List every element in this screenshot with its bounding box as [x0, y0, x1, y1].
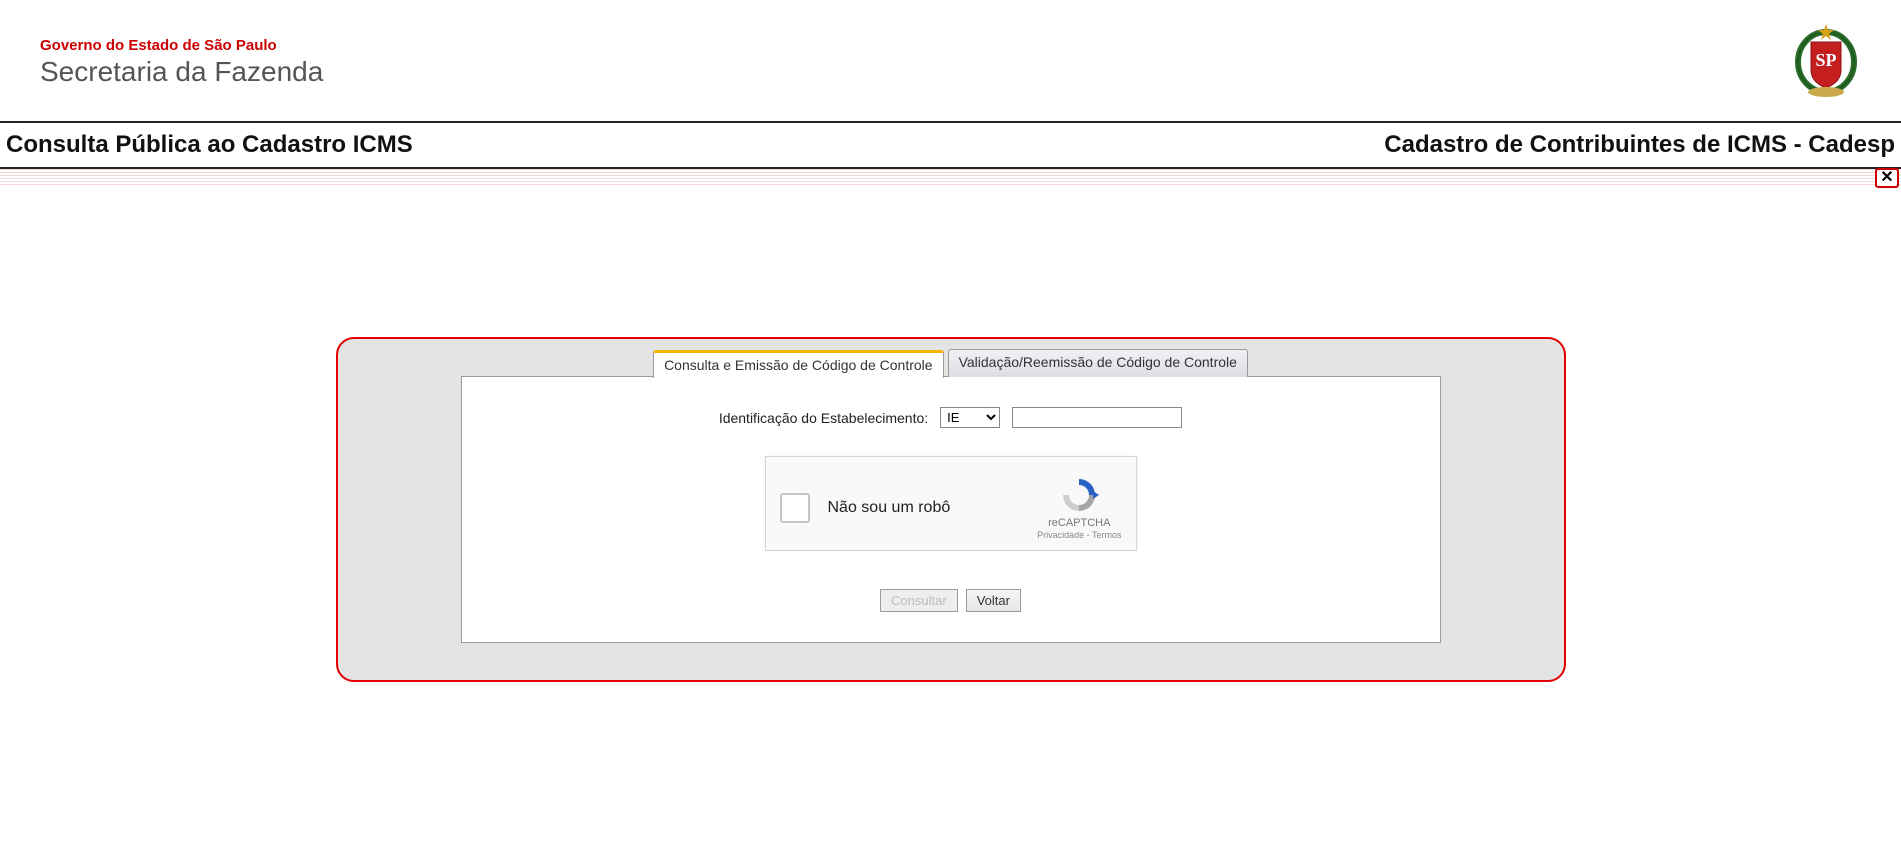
- decor-stripe-band: ✕: [0, 169, 1901, 187]
- spacer: [0, 187, 1901, 337]
- recaptcha-label: Não sou um robô: [828, 499, 951, 517]
- close-icon: ✕: [1880, 170, 1893, 186]
- recaptcha-privacy-link[interactable]: Privacidade: [1037, 530, 1084, 540]
- form-area: Identificação do Estabelecimento: IE Não…: [461, 376, 1441, 643]
- consultar-button[interactable]: Consultar: [880, 589, 958, 612]
- identificacao-input[interactable]: [1012, 407, 1182, 428]
- form-buttons: Consultar Voltar: [482, 589, 1420, 612]
- recaptcha-icon: [1059, 475, 1099, 515]
- page-header: Governo do Estado de São Paulo Secretari…: [0, 0, 1901, 115]
- voltar-button[interactable]: Voltar: [966, 589, 1021, 612]
- recaptcha-left: Não sou um robô: [780, 493, 951, 523]
- tab-consulta-emissao[interactable]: Consulta e Emissão de Código de Controle: [653, 350, 944, 378]
- recaptcha-links: Privacidade - Termos: [1037, 530, 1121, 540]
- page-title-left: Consulta Pública ao Cadastro ICMS: [6, 131, 413, 159]
- tabs-container: Consulta e Emissão de Código de Controle…: [338, 349, 1564, 377]
- secretaria-line: Secretaria da Fazenda: [40, 56, 323, 88]
- recaptcha-brand: reCAPTCHA: [1048, 517, 1110, 529]
- header-branding: Governo do Estado de São Paulo Secretari…: [40, 37, 323, 88]
- page-title-right: Cadastro de Contribuintes de ICMS - Cade…: [1384, 131, 1895, 159]
- identificacao-row: Identificação do Estabelecimento: IE: [482, 407, 1420, 428]
- tab-validacao-reemissao[interactable]: Validação/Reemissão de Código de Control…: [948, 349, 1248, 377]
- recaptcha-terms-link[interactable]: Termos: [1092, 530, 1122, 540]
- svg-text:SP: SP: [1815, 50, 1836, 70]
- main-panel: Consulta e Emissão de Código de Controle…: [336, 337, 1566, 682]
- gov-line: Governo do Estado de São Paulo: [40, 37, 323, 54]
- close-button[interactable]: ✕: [1875, 168, 1899, 188]
- sp-coat-of-arms-icon: SP: [1791, 20, 1861, 105]
- recaptcha-sep: -: [1084, 530, 1092, 540]
- identificacao-label: Identificação do Estabelecimento:: [719, 410, 928, 426]
- recaptcha-widget: Não sou um robô reCAPTCHA Privacidade - …: [765, 456, 1137, 551]
- identificacao-select[interactable]: IE: [940, 407, 1000, 428]
- title-bar: Consulta Pública ao Cadastro ICMS Cadast…: [0, 123, 1901, 169]
- recaptcha-checkbox[interactable]: [780, 493, 810, 523]
- recaptcha-branding: reCAPTCHA Privacidade - Termos: [1037, 475, 1121, 540]
- tabs: Consulta e Emissão de Código de Controle…: [653, 349, 1248, 377]
